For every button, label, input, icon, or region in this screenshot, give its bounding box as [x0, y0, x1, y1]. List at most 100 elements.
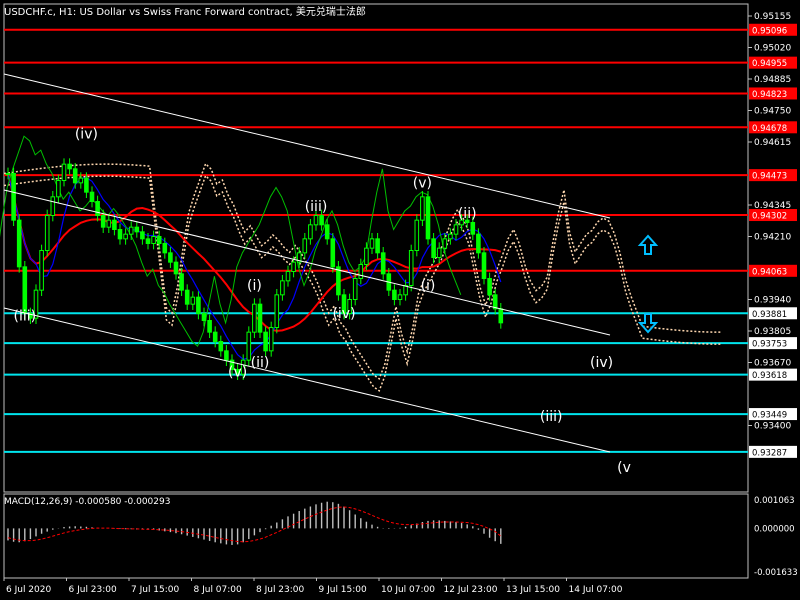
- candle-body: [414, 219, 420, 252]
- candle-body: [173, 261, 179, 275]
- price-level-label: 0.94063: [752, 267, 787, 277]
- macd-y-tick-label: 0.001063: [754, 496, 795, 506]
- y-tick-label: 0.93805: [754, 327, 791, 337]
- candle-body: [313, 215, 319, 226]
- candle-body: [162, 243, 168, 254]
- candle-body: [274, 294, 280, 329]
- candle-body: [375, 238, 380, 254]
- candle-body: [145, 238, 151, 244]
- candle-body: [179, 273, 184, 291]
- candle-body: [358, 264, 364, 279]
- candle-body: [89, 191, 95, 203]
- candle-body: [436, 247, 442, 259]
- y-tick-label: 0.93940: [754, 296, 791, 306]
- candle-body: [106, 219, 112, 228]
- macd-signal-line: [7, 506, 502, 543]
- candle-body: [257, 303, 263, 333]
- candle-body: [72, 168, 78, 184]
- candle-body: [425, 196, 431, 240]
- wave-label: (v): [228, 365, 247, 381]
- price-level-label: 0.93881: [752, 310, 787, 320]
- candle-body: [123, 233, 128, 240]
- x-tick-label: 12 Jul 23:00: [444, 585, 498, 595]
- candle-body: [207, 320, 212, 333]
- candle-body: [67, 163, 72, 170]
- candle-body: [218, 341, 224, 352]
- x-tick-label: 8 Jul 23:00: [256, 585, 305, 595]
- candle-body: [39, 250, 44, 291]
- y-tick-label: 0.94750: [754, 107, 791, 117]
- candle-body: [212, 331, 218, 342]
- wave-label: (i): [421, 278, 436, 294]
- y-tick-label: 0.95020: [754, 44, 791, 54]
- candle-body: [330, 238, 336, 268]
- candle-body: [22, 266, 28, 315]
- candle-body: [324, 224, 330, 240]
- wave-label: (iv): [75, 127, 98, 143]
- candle-body: [56, 180, 61, 198]
- candle-body: [453, 224, 459, 235]
- candle-body: [95, 201, 100, 216]
- candle-body: [61, 163, 67, 182]
- candle-body: [196, 296, 201, 314]
- candle-body: [100, 215, 106, 228]
- candle-body: [420, 196, 425, 221]
- price-level-label: 0.94678: [752, 124, 787, 134]
- candle-body: [134, 226, 140, 233]
- candle-body: [117, 229, 123, 240]
- candle-body: [184, 289, 190, 305]
- candle-body: [16, 219, 22, 268]
- x-tick-label: 8 Jul 07:00: [194, 585, 243, 595]
- wave-label: (ii): [251, 355, 270, 371]
- candle-body: [168, 252, 173, 263]
- candle-body: [112, 219, 117, 231]
- candle-body: [448, 233, 453, 240]
- candle-body: [140, 231, 145, 240]
- candle-body: [156, 236, 162, 244]
- candle-body: [352, 278, 358, 300]
- y-tick-label: 0.93400: [754, 422, 791, 432]
- candle-body: [470, 222, 476, 235]
- wave-label: (v: [617, 460, 631, 476]
- candle-body: [190, 296, 196, 305]
- price-level-label: 0.93449: [752, 411, 787, 421]
- candle-body: [201, 313, 207, 321]
- channel-upper-line: [3, 73, 611, 219]
- down-arrow-icon: [637, 313, 659, 334]
- candle-body: [481, 252, 487, 279]
- y-tick-label: 0.94885: [754, 75, 791, 85]
- x-tick-label: 14 Jul 07:00: [569, 585, 623, 595]
- candle-body: [44, 215, 50, 251]
- price-level-label: 0.94302: [752, 212, 787, 222]
- candle-body: [308, 224, 313, 240]
- macd-label: MACD(12,26,9) -0.000580 -0.000293: [4, 497, 171, 507]
- candle-body: [336, 266, 341, 296]
- candle-body: [380, 252, 386, 275]
- candle-body: [431, 238, 436, 258]
- candle-body: [319, 215, 324, 226]
- y-tick-label: 0.94615: [754, 138, 791, 148]
- x-tick-label: 9 Jul 15:00: [319, 585, 368, 595]
- y-tick-label: 0.94210: [754, 233, 791, 243]
- x-tick-label: 13 Jul 15:00: [506, 585, 560, 595]
- price-level-label: 0.93753: [752, 340, 787, 350]
- candle-body: [151, 236, 156, 244]
- candle-body: [442, 238, 448, 249]
- candle-body: [5, 173, 11, 175]
- channel-lower-line: [3, 307, 611, 453]
- price-level-label: 0.93287: [752, 448, 787, 458]
- candle-body: [487, 278, 492, 296]
- candle-body: [11, 173, 16, 221]
- price-level-label: 0.95096: [752, 26, 787, 36]
- chart-title: USDCHF.c, H1: US Dollar vs Swiss Franc F…: [4, 7, 366, 18]
- price-chart[interactable]: 0.95155 0.95020 0.94885 0.94750 0.94615 0.943…: [0, 0, 800, 600]
- candle-body: [84, 177, 89, 193]
- candle-body: [476, 233, 481, 254]
- wave-label: (iv): [332, 306, 355, 322]
- candle-body: [291, 261, 296, 272]
- wave-label: (iii): [540, 409, 563, 425]
- candle-body: [280, 280, 285, 296]
- y-tick-label: 0.93670: [754, 359, 791, 369]
- candle-body: [128, 226, 134, 235]
- x-tick-label: 10 Jul 07:00: [381, 585, 435, 595]
